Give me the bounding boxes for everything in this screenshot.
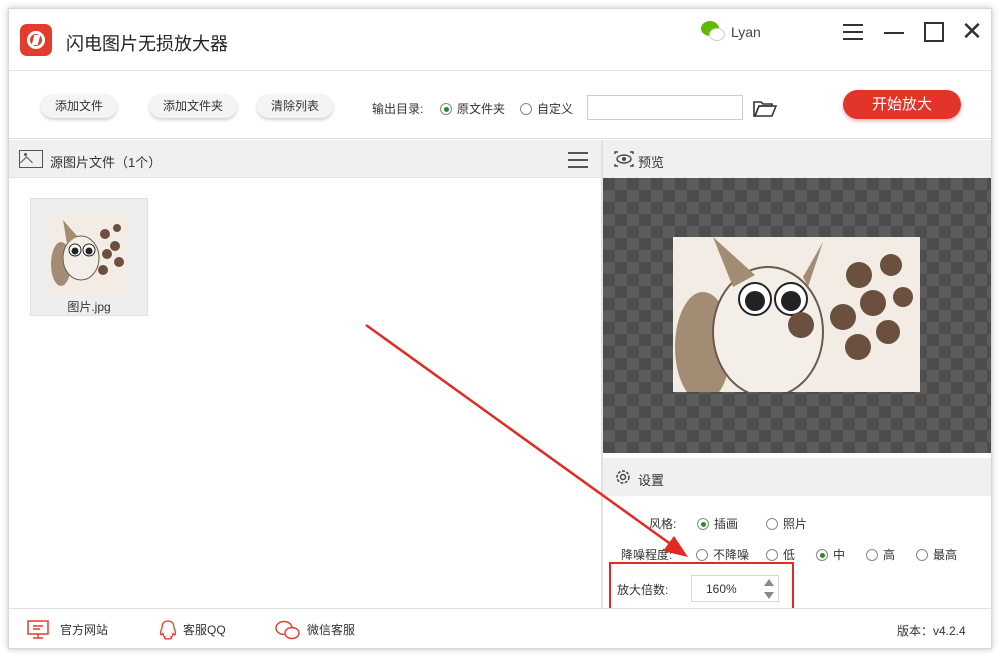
monitor-icon [27, 620, 49, 639]
image-icon [19, 150, 43, 168]
source-files-header: 源图片文件（1个） [9, 140, 601, 178]
radio-label: 中 [833, 548, 846, 562]
radio-unselected-icon [916, 549, 928, 561]
noise-row: 降噪程度: 不降噪 低 中 高 最高 [603, 544, 991, 564]
settings-header: 设置 [603, 458, 991, 496]
clear-list-button[interactable]: 清除列表 [257, 94, 333, 118]
radio-label: 原文件夹 [457, 102, 506, 116]
user-name: Lyan [731, 24, 761, 40]
open-folder-icon[interactable] [753, 101, 777, 117]
qq-label: 客服QQ [183, 623, 226, 637]
style-illustration-radio[interactable]: 插画 [697, 515, 738, 532]
official-website-label: 官方网站 [60, 623, 109, 637]
footer: 官方网站 客服QQ 微信客服 版本：v4.2.4 [9, 608, 991, 648]
minimize-icon[interactable] [882, 19, 908, 45]
annotation-highlight-box [609, 562, 794, 610]
add-file-button[interactable]: 添加文件 [41, 94, 117, 118]
preview-image [673, 237, 920, 392]
output-custom-radio[interactable]: 自定义 [520, 100, 573, 117]
output-original-folder-radio[interactable]: 原文件夹 [440, 100, 505, 117]
wechat-service-label: 微信客服 [307, 623, 356, 637]
qq-icon [159, 620, 177, 640]
user-account[interactable]: Lyan [701, 19, 761, 45]
maximize-icon[interactable] [921, 19, 947, 45]
radio-unselected-icon [696, 549, 708, 561]
wechat-avatar-icon [701, 19, 727, 45]
radio-label: 插画 [714, 517, 739, 531]
noise-low-radio[interactable]: 低 [766, 546, 795, 563]
gear-icon [616, 470, 630, 484]
radio-unselected-icon [766, 549, 778, 561]
app-title: 闪电图片无损放大器 [66, 34, 228, 54]
radio-unselected-icon [766, 518, 778, 530]
style-label: 风格: [649, 517, 677, 531]
start-enlarge-button[interactable]: 开始放大 [843, 90, 961, 119]
add-folder-button[interactable]: 添加文件夹 [149, 94, 237, 118]
wechat-service-link[interactable]: 微信客服 [275, 620, 375, 640]
preview-canvas [603, 178, 991, 453]
style-photo-radio[interactable]: 照片 [766, 515, 807, 532]
radio-unselected-icon [520, 103, 532, 115]
version-label: 版本：v4.2.4 [897, 624, 966, 638]
radio-selected-icon [697, 518, 709, 530]
noise-label: 降噪程度: [621, 548, 673, 562]
app-logo-icon [20, 24, 52, 56]
toolbar: 添加文件 添加文件夹 清除列表 输出目录: 原文件夹 自定义 开始放大 [9, 71, 991, 139]
preview-eye-icon [614, 151, 634, 167]
output-path-input[interactable] [587, 95, 743, 120]
preview-title: 预览 [638, 155, 665, 170]
noise-none-radio[interactable]: 不降噪 [696, 546, 749, 563]
output-dir-label: 输出目录: [372, 102, 424, 116]
radio-label: 低 [783, 548, 796, 562]
app-window: 闪电图片无损放大器 Lyan ✕ 添加文件 添加文件夹 清除列表 输出目录: 原… [8, 8, 992, 649]
wechat-icon [275, 620, 300, 640]
title-bar: 闪电图片无损放大器 Lyan ✕ [9, 9, 991, 71]
official-website-link[interactable]: 官方网站 [27, 620, 127, 640]
radio-label: 最高 [933, 548, 958, 562]
radio-label: 自定义 [537, 102, 574, 116]
radio-label: 照片 [783, 517, 808, 531]
file-thumbnail-image [49, 214, 129, 294]
file-name-label: 图片.jpg [67, 300, 111, 314]
noise-highest-radio[interactable]: 最高 [916, 546, 957, 563]
customer-service-qq-link[interactable]: 客服QQ [159, 620, 249, 640]
close-icon[interactable]: ✕ [959, 18, 985, 45]
preview-header: 预览 [603, 140, 991, 178]
menu-icon[interactable] [841, 19, 867, 45]
radio-unselected-icon [866, 549, 878, 561]
file-thumbnail-tile[interactable]: 图片.jpg [30, 198, 148, 316]
noise-medium-radio[interactable]: 中 [816, 546, 845, 563]
radio-selected-icon [816, 549, 828, 561]
radio-selected-icon [440, 103, 452, 115]
list-view-icon[interactable] [568, 150, 588, 168]
style-row: 风格: 插画 照片 [603, 513, 991, 533]
noise-high-radio[interactable]: 高 [866, 546, 895, 563]
radio-label: 不降噪 [713, 548, 750, 562]
source-files-title: 源图片文件（1个） [50, 155, 162, 170]
radio-label: 高 [883, 548, 896, 562]
settings-title: 设置 [638, 473, 665, 488]
